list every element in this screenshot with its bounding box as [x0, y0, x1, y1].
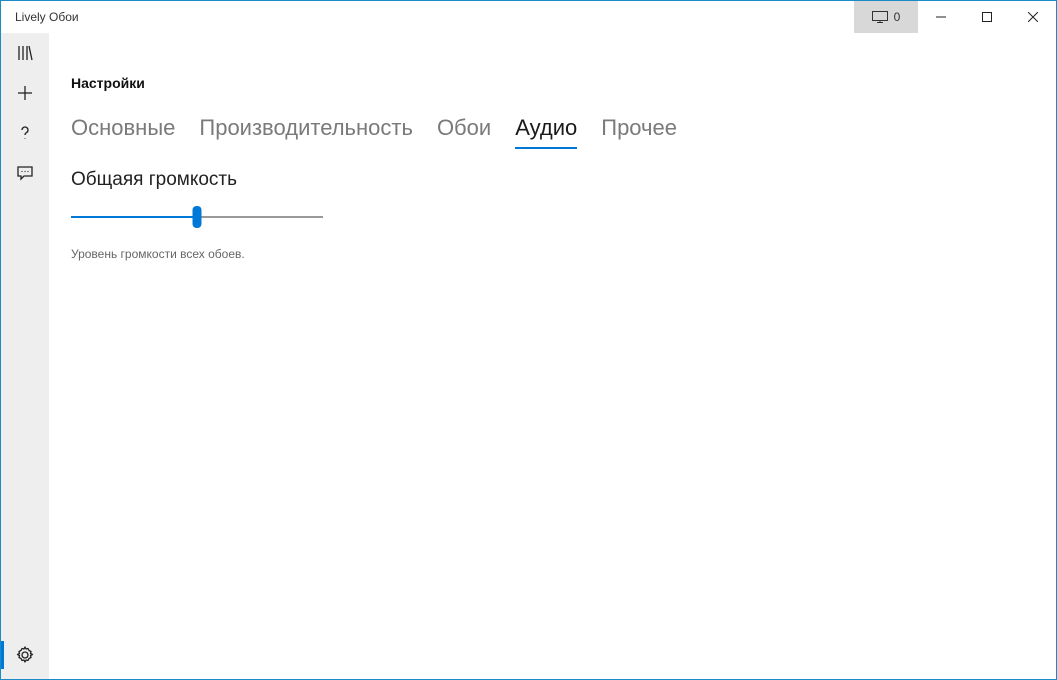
tab-general[interactable]: Основные — [71, 115, 175, 147]
window-title: Lively Обои — [15, 10, 79, 24]
content: Настройки Основные Производительность Об… — [49, 33, 1056, 679]
tab-performance[interactable]: Производительность — [199, 115, 413, 147]
sidebar-item-feedback[interactable] — [1, 153, 49, 193]
tab-audio[interactable]: Аудио — [515, 115, 577, 147]
display-count-value: 0 — [894, 10, 901, 24]
sidebar — [1, 33, 49, 679]
slider-thumb[interactable] — [193, 206, 202, 228]
volume-help-text: Уровень громкости всех обоев. — [71, 247, 1056, 261]
monitor-icon — [872, 11, 888, 23]
settings-tabs: Основные Производительность Обои Аудио П… — [71, 115, 1056, 147]
plus-icon — [16, 84, 34, 102]
sidebar-item-help[interactable] — [1, 113, 49, 153]
app-window: Lively Обои 0 — [0, 0, 1057, 680]
page-title: Настройки — [71, 75, 1056, 91]
gear-icon — [16, 646, 34, 664]
display-count-button[interactable]: 0 — [854, 1, 918, 33]
volume-heading: Общаяя громкость — [71, 169, 1056, 191]
close-icon — [1028, 12, 1038, 22]
maximize-button[interactable] — [964, 1, 1010, 33]
sidebar-item-settings[interactable] — [1, 635, 49, 675]
chat-icon — [16, 164, 34, 182]
sidebar-item-library[interactable] — [1, 33, 49, 73]
sidebar-item-add[interactable] — [1, 73, 49, 113]
body: Настройки Основные Производительность Об… — [1, 33, 1056, 679]
close-button[interactable] — [1010, 1, 1056, 33]
tab-other[interactable]: Прочее — [601, 115, 677, 147]
tab-wallpapers[interactable]: Обои — [437, 115, 491, 147]
maximize-icon — [982, 12, 992, 22]
volume-slider[interactable] — [71, 207, 323, 227]
library-icon — [16, 44, 34, 62]
titlebar: Lively Обои 0 — [1, 1, 1056, 33]
slider-fill — [71, 216, 197, 218]
minimize-icon — [936, 12, 946, 22]
minimize-button[interactable] — [918, 1, 964, 33]
help-icon — [16, 124, 34, 142]
title-controls: 0 — [854, 1, 1056, 33]
